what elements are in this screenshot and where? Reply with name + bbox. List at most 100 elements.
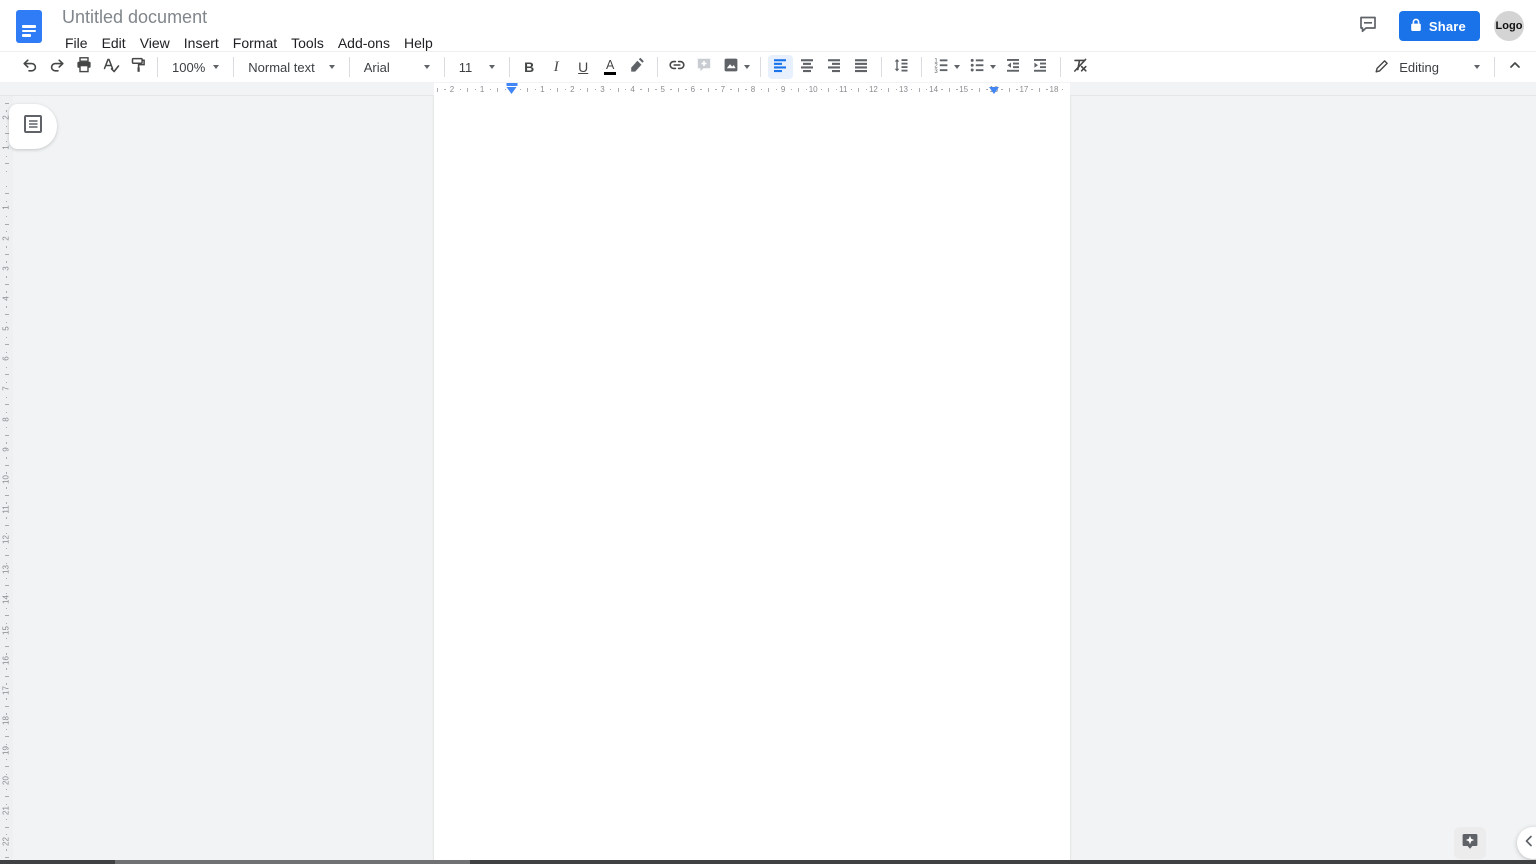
document-outline-button[interactable] bbox=[9, 104, 57, 149]
comment-history-icon bbox=[1358, 14, 1378, 39]
docs-logo-icon[interactable] bbox=[16, 10, 42, 43]
align-center-button[interactable] bbox=[795, 55, 820, 79]
scrollbar-thumb[interactable] bbox=[115, 860, 470, 864]
menu-insert[interactable]: Insert bbox=[177, 33, 226, 53]
spelling-check-button[interactable] bbox=[98, 55, 123, 79]
redo-button[interactable] bbox=[44, 55, 69, 79]
horizontal-scrollbar[interactable] bbox=[0, 860, 1536, 864]
clear-formatting-button[interactable] bbox=[1068, 55, 1093, 79]
insert-link-button[interactable] bbox=[665, 55, 690, 79]
horizontal-ruler[interactable]: 2 1 1 2 3 4 5 6 7 8 9 10 11 12 13 14 15 16 17 18 bbox=[0, 83, 1536, 96]
insert-image-button[interactable] bbox=[719, 55, 753, 79]
zoom-select[interactable]: 100% bbox=[164, 55, 227, 79]
vertical-ruler[interactable]: 2 1 1 2 3 4 5 6 7 8 9 10 11 12 13 14 15 16 17 18 19 20 21 22 bbox=[0, 96, 13, 860]
explore-button[interactable] bbox=[1454, 827, 1486, 859]
font-select[interactable]: Arial bbox=[356, 55, 438, 79]
menu-help[interactable]: Help bbox=[397, 33, 440, 53]
text-color-button[interactable]: A bbox=[598, 55, 623, 79]
menu-edit[interactable]: Edit bbox=[95, 33, 133, 53]
bulleted-list-button[interactable] bbox=[965, 55, 999, 79]
document-outline-icon bbox=[22, 113, 44, 140]
header-right: Share Logo bbox=[1351, 0, 1524, 52]
chevron-down-icon bbox=[743, 65, 750, 69]
chevron-down-icon bbox=[488, 65, 495, 69]
toolbar-divider bbox=[348, 57, 350, 77]
print-icon bbox=[75, 56, 93, 79]
toolbar-right: Editing bbox=[1366, 52, 1528, 82]
chevron-down-icon bbox=[1474, 65, 1480, 69]
svg-text:3: 3 bbox=[934, 68, 938, 73]
align-left-button[interactable] bbox=[767, 55, 793, 79]
toolbar-divider bbox=[880, 57, 882, 77]
toolbar-divider bbox=[656, 57, 658, 77]
toolbar-divider bbox=[1059, 57, 1061, 77]
editing-mode-label: Editing bbox=[1399, 59, 1439, 75]
italic-button[interactable]: I bbox=[544, 55, 569, 79]
align-right-icon bbox=[825, 56, 843, 79]
horizontal-ruler-scale[interactable]: 2 1 1 2 3 4 5 6 7 8 9 10 11 12 13 14 15 16 17 18 bbox=[434, 83, 1070, 96]
avatar-label: Logo bbox=[1495, 20, 1523, 32]
clear-formatting-icon bbox=[1071, 56, 1089, 79]
google-docs-app: Untitled document File Edit View Insert … bbox=[0, 0, 1536, 864]
toolbar-divider bbox=[920, 57, 922, 77]
menubar: File Edit View Insert Format Tools Add-o… bbox=[58, 33, 440, 53]
paint-format-icon bbox=[129, 56, 147, 79]
toolbar-divider bbox=[157, 57, 158, 77]
numbered-list-button[interactable]: 1 2 3 bbox=[929, 55, 963, 79]
left-indent-marker[interactable] bbox=[506, 83, 517, 94]
spelling-check-icon bbox=[102, 56, 120, 79]
hide-side-panel-icon bbox=[1522, 834, 1536, 853]
line-spacing-button[interactable] bbox=[889, 55, 914, 79]
right-indent-marker[interactable] bbox=[988, 87, 999, 94]
highlight-color-button[interactable] bbox=[625, 55, 650, 79]
menu-view[interactable]: View bbox=[133, 33, 177, 53]
decrease-indent-button[interactable] bbox=[1001, 55, 1026, 79]
share-button[interactable]: Share bbox=[1398, 11, 1480, 41]
print-button[interactable] bbox=[71, 55, 96, 79]
align-left-icon bbox=[771, 56, 789, 79]
insert-image-icon bbox=[722, 56, 740, 79]
undo-button[interactable] bbox=[17, 55, 42, 79]
highlight-color-icon bbox=[628, 56, 646, 79]
document-title[interactable]: Untitled document bbox=[58, 6, 440, 29]
toolbar-divider bbox=[759, 57, 761, 77]
font-value: Arial bbox=[363, 59, 390, 75]
justify-button[interactable] bbox=[849, 55, 874, 79]
toolbar-divider bbox=[233, 57, 235, 77]
toolbar: 100% Normal text Arial 11 B I U A 1 2 3 bbox=[0, 52, 1536, 82]
underline-button[interactable]: U bbox=[571, 55, 596, 79]
add-comment-button[interactable] bbox=[692, 55, 717, 79]
paragraph-style-select[interactable]: Normal text bbox=[240, 55, 342, 79]
comment-history-button[interactable] bbox=[1351, 9, 1385, 43]
decrease-indent-icon bbox=[1004, 56, 1022, 79]
chevron-down-icon bbox=[328, 65, 335, 69]
insert-link-icon bbox=[668, 56, 686, 79]
line-spacing-icon bbox=[892, 56, 910, 79]
menu-tools[interactable]: Tools bbox=[284, 33, 331, 53]
explore-icon bbox=[1460, 831, 1480, 856]
toolbar-divider bbox=[508, 57, 510, 77]
chevron-down-icon bbox=[423, 65, 430, 69]
header: Untitled document File Edit View Insert … bbox=[0, 0, 1536, 52]
align-right-button[interactable] bbox=[822, 55, 847, 79]
paint-format-button[interactable] bbox=[125, 55, 150, 79]
undo-icon bbox=[21, 56, 39, 79]
share-button-label: Share bbox=[1428, 18, 1466, 34]
align-center-icon bbox=[798, 56, 816, 79]
menu-format[interactable]: Format bbox=[226, 33, 284, 53]
menu-add-ons[interactable]: Add-ons bbox=[331, 33, 397, 53]
title-block: Untitled document File Edit View Insert … bbox=[58, 6, 440, 53]
avatar[interactable]: Logo bbox=[1494, 11, 1524, 41]
font-size-select[interactable]: 11 bbox=[451, 55, 503, 79]
document-page[interactable] bbox=[434, 96, 1070, 860]
hide-menus-button[interactable] bbox=[1502, 55, 1527, 79]
paragraph-style-value: Normal text bbox=[248, 59, 315, 75]
editing-mode-select[interactable]: Editing bbox=[1366, 55, 1488, 79]
justify-icon bbox=[852, 56, 870, 79]
increase-indent-button[interactable] bbox=[1028, 55, 1053, 79]
bold-button[interactable]: B bbox=[517, 55, 542, 79]
toolbar-divider bbox=[443, 57, 445, 77]
menu-file[interactable]: File bbox=[58, 33, 95, 53]
numbered-list-icon: 1 2 3 bbox=[932, 56, 950, 79]
font-size-value: 11 bbox=[458, 59, 473, 75]
